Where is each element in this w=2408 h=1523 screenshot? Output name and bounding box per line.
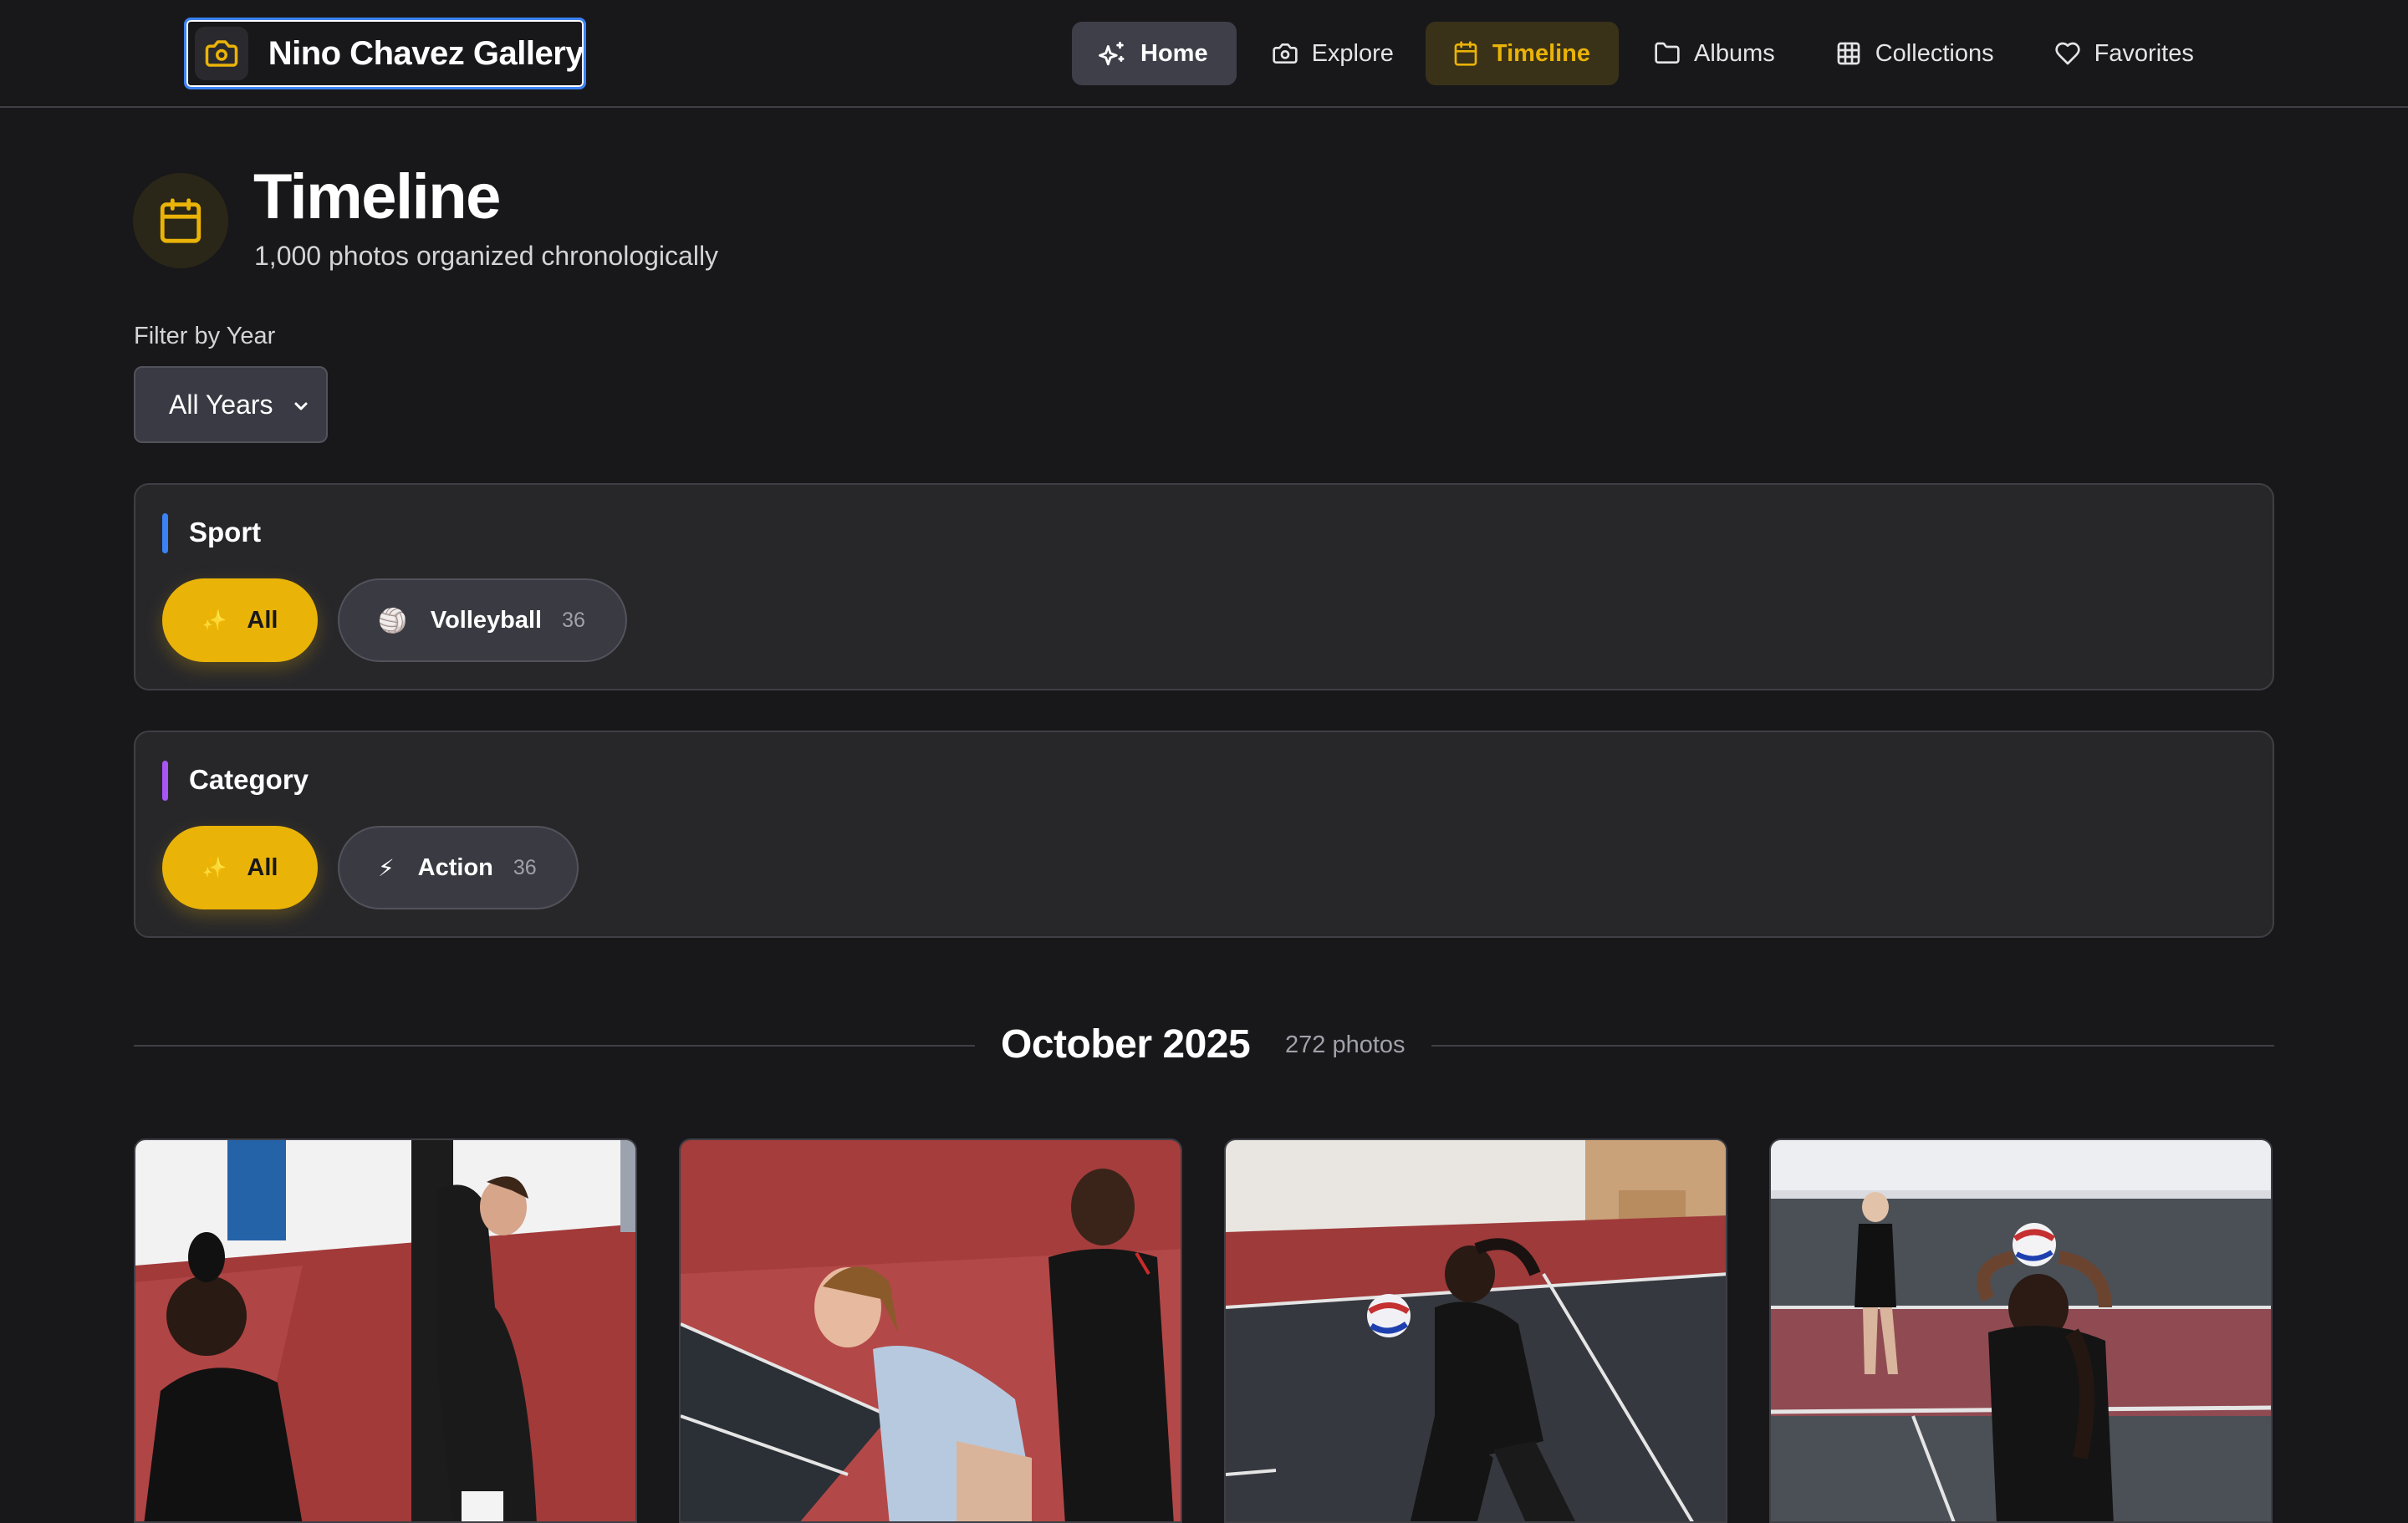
photo-image [681,1140,1181,1521]
photo-card[interactable] [1769,1138,2273,1523]
sparkles-icon: ✨ [202,856,227,879]
category-chip-all[interactable]: ✨ All [162,826,318,909]
sport-chip-volleyball-label: Volleyball [430,606,543,634]
nav-item-collections[interactable]: Collections [1807,22,2019,85]
year-filter-label: Filter by Year [134,323,276,349]
year-filter-select[interactable]: All Years [134,366,328,443]
divider-line-right [1431,1045,2274,1047]
calendar-icon [1452,40,1479,67]
divider-line-left [134,1045,975,1047]
chevron-down-icon [291,396,311,416]
grid-icon [1835,40,1862,67]
volleyball-icon: 🏐 [378,607,407,634]
sport-chip-all[interactable]: ✨ All [162,578,318,662]
nav-label-collections: Collections [1875,39,1994,67]
sport-chip-volleyball-count: 36 [562,608,585,632]
sparkles-icon [1099,39,1127,68]
nav-item-home[interactable]: Home [1072,22,1237,85]
folder-icon [1654,40,1681,67]
nav-label-timeline: Timeline [1492,39,1591,67]
brand-home-link[interactable]: Nino Chavez Gallery [184,18,586,89]
nav-item-albums[interactable]: Albums [1625,22,1800,85]
page-title: Timeline [253,161,501,232]
category-chip-all-label: All [247,853,278,881]
sport-filter-panel: Sport ✨ All 🏐 Volleyball 36 [134,483,2274,690]
month-divider: October 2025 272 photos [134,1018,2274,1073]
nav-item-favorites[interactable]: Favorites [2026,22,2219,85]
main-nav: Home Explore Timeline Albums Collections… [1072,22,2226,85]
photo-card[interactable] [1224,1138,1727,1523]
brand-name: Nino Chavez Gallery [268,34,584,72]
sport-chip-volleyball[interactable]: 🏐 Volleyball 36 [338,578,627,662]
sport-accent-bar [162,513,168,553]
photo-image [1771,1140,2271,1521]
photo-image [1226,1140,1726,1521]
nav-label-favorites: Favorites [2094,39,2194,67]
camera-icon [195,27,248,80]
category-chip-action-label: Action [417,853,493,881]
year-filter-value: All Years [169,389,273,420]
photo-card[interactable] [679,1138,1182,1523]
camera-icon [1272,40,1298,67]
sparkles-icon: ✨ [202,609,227,632]
nav-label-albums: Albums [1694,39,1775,67]
category-filter-panel: Category ✨ All ⚡ Action 36 [134,731,2274,938]
category-chip-action-count: 36 [513,855,537,879]
heart-icon [2054,40,2081,67]
category-chip-action[interactable]: ⚡ Action 36 [338,826,579,909]
photo-image [135,1140,635,1521]
nav-item-timeline[interactable]: Timeline [1425,22,1620,85]
nav-label-explore: Explore [1311,39,1394,67]
calendar-icon [133,173,228,268]
lightning-icon: ⚡ [378,854,395,881]
month-heading: October 2025 [1001,1022,1251,1067]
sport-chip-all-label: All [247,606,278,634]
page-subtitle: 1,000 photos organized chronologically [254,241,719,271]
nav-label-home: Home [1140,39,1208,67]
sport-panel-title: Sport [189,517,262,548]
nav-item-explore[interactable]: Explore [1243,22,1419,85]
category-panel-title: Category [189,764,309,795]
top-navigation-bar: Nino Chavez Gallery Home Explore Timelin… [0,0,2408,108]
month-photo-count: 272 photos [1285,1031,1406,1058]
category-accent-bar [162,761,168,801]
photo-card[interactable] [134,1138,637,1523]
